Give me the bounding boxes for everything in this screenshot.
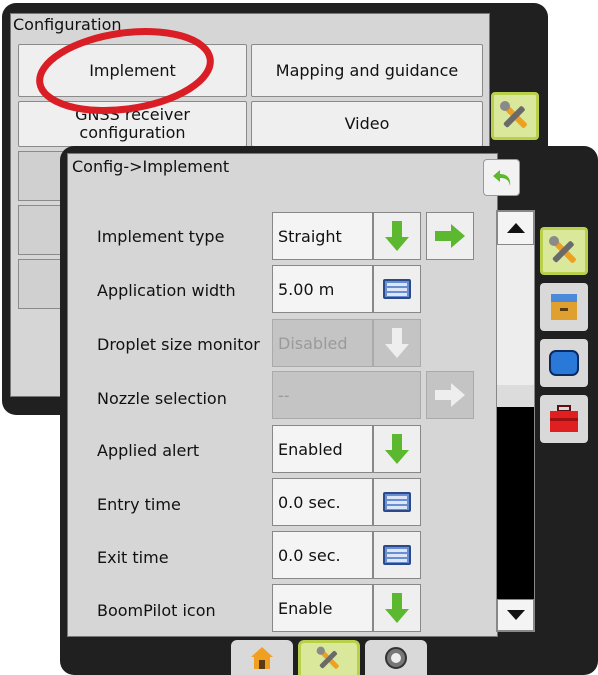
tools-icon — [500, 101, 527, 128]
config-button-hidden[interactable] — [18, 151, 64, 201]
tools-tab[interactable] — [540, 227, 588, 275]
toolbox-icon — [550, 405, 578, 432]
config-button-hidden[interactable] — [18, 259, 64, 309]
down-arrow-icon — [385, 328, 409, 358]
boompilot-icon-dropdown-button[interactable] — [373, 584, 421, 632]
application-width-keyboard-button[interactable] — [373, 265, 421, 313]
right-arrow-icon — [435, 383, 465, 407]
exit-time-value[interactable]: 0.0 sec. — [272, 531, 373, 579]
home-tab[interactable] — [231, 640, 293, 675]
scroll-down-button[interactable] — [497, 599, 534, 631]
tools-tab-back[interactable] — [491, 92, 539, 140]
applied-alert-dropdown-button[interactable] — [373, 425, 421, 473]
config-button-hidden[interactable] — [18, 205, 64, 255]
implement-type-value[interactable]: Straight — [272, 212, 373, 260]
down-arrow-icon — [385, 221, 409, 251]
droplet-size-monitor-dropdown-button — [373, 319, 421, 367]
scroll-up-button[interactable] — [497, 211, 534, 245]
gauge-tab[interactable] — [365, 640, 427, 675]
scrollbar-track-upper — [497, 245, 534, 385]
toolbox-tab[interactable] — [540, 395, 588, 443]
entry-time-value[interactable]: 0.0 sec. — [272, 478, 373, 526]
triangle-up-icon — [506, 223, 525, 233]
annotation-ellipse-icon — [36, 28, 214, 114]
home-icon — [251, 646, 273, 669]
tools-icon — [549, 236, 576, 263]
applied-alert-value[interactable]: Enabled — [272, 425, 373, 473]
screen-icon — [549, 350, 579, 376]
down-arrow-icon — [385, 593, 409, 623]
nozzle-selection-label: Nozzle selection — [97, 389, 227, 408]
droplet-size-monitor-value: Disabled — [272, 319, 373, 367]
back-button[interactable] — [483, 159, 520, 196]
gauge-icon — [385, 646, 407, 669]
implement-type-dropdown-button[interactable] — [373, 212, 421, 260]
filing-cabinet-tab[interactable] — [540, 283, 588, 331]
exit-time-label: Exit time — [97, 548, 169, 567]
keyboard-icon — [383, 492, 411, 512]
exit-time-keyboard-button[interactable] — [373, 531, 421, 579]
implement-type-label: Implement type — [97, 227, 225, 246]
triangle-down-icon — [506, 610, 525, 620]
entry-time-label: Entry time — [97, 495, 181, 514]
screen-tab[interactable] — [540, 339, 588, 387]
keyboard-icon — [383, 545, 411, 565]
scrollbar-track-lower — [497, 407, 534, 599]
down-arrow-icon — [385, 434, 409, 464]
tools-icon — [316, 646, 339, 669]
application-width-value[interactable]: 5.00 m — [272, 265, 373, 313]
boompilot-icon-label: BoomPilot icon — [97, 601, 216, 620]
back-arrow-icon — [492, 169, 510, 186]
scrollbar-thumb[interactable] — [497, 385, 534, 407]
implement-type-next-button[interactable] — [426, 212, 474, 260]
entry-time-keyboard-button[interactable] — [373, 478, 421, 526]
implement-panel-title: Config->Implement — [72, 157, 230, 176]
video-button[interactable]: Video — [251, 101, 483, 147]
application-width-label: Application width — [97, 281, 236, 300]
tools-bottom-tab[interactable] — [298, 640, 360, 675]
right-arrow-icon — [435, 224, 465, 248]
boompilot-icon-value[interactable]: Enable — [272, 584, 373, 632]
keyboard-icon — [383, 279, 411, 299]
mapping-and-guidance-button[interactable]: Mapping and guidance — [251, 44, 483, 97]
applied-alert-label: Applied alert — [97, 441, 200, 460]
nozzle-selection-next-button — [426, 371, 474, 419]
filing-cabinet-icon — [551, 294, 577, 320]
nozzle-selection-value: -- — [272, 371, 421, 419]
droplet-size-monitor-label: Droplet size monitor — [97, 335, 260, 354]
